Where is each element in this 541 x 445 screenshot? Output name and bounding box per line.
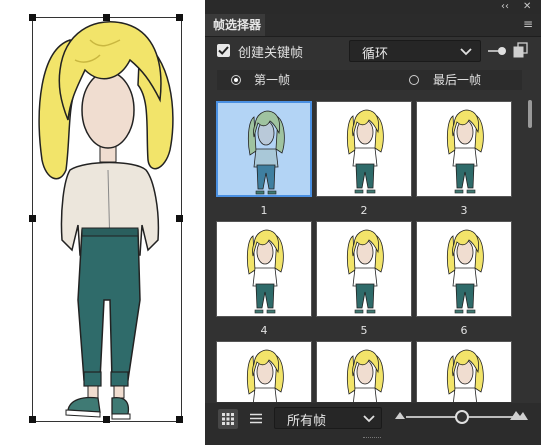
transform-handle-tc[interactable] [103,14,110,21]
frame-grid-scrollbar[interactable] [528,100,532,128]
frame-picker-panel: ‹‹ ✕ 帧选择器 ≡ 创建关键帧 循环 第一帧 最后一帧 1 2 3 4 5 6 所有帧 [205,0,541,445]
radio-last-frame[interactable] [409,75,419,85]
divider [205,36,541,37]
transform-handle-bl[interactable] [29,416,36,423]
collapse-icon[interactable]: ‹‹ [501,1,509,12]
radio-first-frame[interactable] [231,75,241,85]
frame-number-label: 1 [260,204,268,217]
panel-bottom-bar: 所有帧 [205,403,541,445]
thumbnail-size-slider-knob[interactable] [455,410,469,424]
frame-thumbnail[interactable] [416,101,512,197]
playback-mode-dropdown[interactable]: 循环 [349,40,481,62]
frame-thumbnail[interactable] [216,341,312,402]
frame-number-label: 5 [360,324,368,337]
frame-thumbnail-icon [346,229,384,314]
frame-thumbnail[interactable] [216,101,312,197]
link-toggle-icon[interactable] [487,44,507,58]
chevron-down-icon [363,415,375,423]
frame-grid: 1 2 3 4 5 6 [212,96,527,402]
frame-thumbnail[interactable] [416,221,512,317]
frame-filter-value: 所有帧 [287,414,327,429]
transform-handle-tl[interactable] [29,14,36,21]
frame-thumbnail-icon [446,109,484,194]
frame-thumbnail[interactable] [216,221,312,317]
small-mountain-icon [395,412,405,419]
chevron-down-icon [460,48,472,56]
list-view-button[interactable] [246,409,266,429]
checkmark-icon [218,46,229,55]
transform-handle-ml[interactable] [29,215,36,222]
frame-thumbnail[interactable] [316,221,412,317]
frame-number-label: 4 [260,324,268,337]
frame-thumbnail-icon [346,349,384,402]
duplicate-icon[interactable] [513,42,529,58]
large-mountain-icon [510,411,528,420]
tab-frame-picker[interactable]: 帧选择器 [205,14,265,36]
grid-view-icon [222,413,234,425]
frame-thumbnail-icon [246,349,284,402]
frame-thumbnail[interactable] [416,341,512,402]
frame-thumbnail-icon [446,229,484,314]
selection-box[interactable] [32,17,182,422]
frame-thumbnail-icon [246,229,284,314]
frame-thumbnail[interactable] [316,101,412,197]
playback-mode-value: 循环 [362,47,389,62]
frame-thumbnail-icon [346,109,384,194]
radio-last-frame-label: 最后一帧 [433,73,482,87]
create-keyframe-checkbox[interactable] [217,44,230,57]
frame-thumbnail-icon [247,110,285,195]
resize-grip[interactable] [363,437,381,442]
grid-view-button[interactable] [218,409,238,429]
frame-filter-dropdown[interactable]: 所有帧 [274,407,382,429]
transform-handle-tr[interactable] [176,14,183,21]
start-frame-options: 第一帧 最后一帧 [217,70,522,90]
panel-menu-icon[interactable]: ≡ [523,17,533,31]
frame-number-label: 2 [360,204,368,217]
frame-number-label: 3 [460,204,468,217]
transform-handle-mr[interactable] [176,215,183,222]
panel-tab-row: 帧选择器 ≡ [205,14,541,36]
transform-handle-br[interactable] [176,416,183,423]
close-icon[interactable]: ✕ [523,1,531,12]
panel-top-strip: ‹‹ ✕ [205,0,541,14]
create-keyframe-label: 创建关键帧 [238,46,304,61]
list-view-icon [250,413,262,424]
frame-thumbnail-icon [446,349,484,402]
radio-first-frame-label: 第一帧 [254,73,291,87]
frame-number-label: 6 [460,324,468,337]
frame-thumbnail[interactable] [316,341,412,402]
stage-canvas [0,0,205,445]
transform-handle-bc[interactable] [103,416,110,423]
